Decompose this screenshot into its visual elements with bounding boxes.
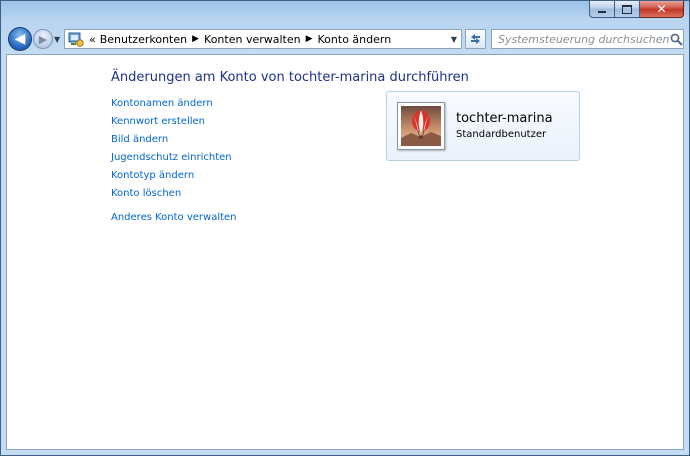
minimize-button[interactable] xyxy=(589,1,615,18)
control-panel-icon xyxy=(68,31,84,47)
task-link-create-password[interactable]: Kennwort erstellen xyxy=(111,116,237,134)
close-icon: ✕ xyxy=(656,2,667,16)
forward-button[interactable]: ▶ xyxy=(33,29,53,49)
navigation-bar: ◀ ▶ ▼ « Benutzerkonten ▶ Konten verwalte… xyxy=(6,26,684,52)
recent-pages-dropdown[interactable]: ▼ xyxy=(54,32,62,46)
refresh-button[interactable] xyxy=(465,29,486,49)
search-placeholder[interactable]: Systemsteuerung durchsuchen xyxy=(498,33,669,46)
task-list: Kontonamen ändern Kennwort erstellen Bil… xyxy=(111,98,237,230)
minimize-icon xyxy=(598,11,606,13)
breadcrumb-konto-aendern[interactable]: Konto ändern xyxy=(318,33,392,46)
maximize-button[interactable] xyxy=(615,1,640,18)
caption-buttons: ✕ xyxy=(589,1,684,18)
task-link-change-name[interactable]: Kontonamen ändern xyxy=(111,98,237,116)
task-link-change-account-type[interactable]: Kontotyp ändern xyxy=(111,170,237,188)
close-button[interactable]: ✕ xyxy=(640,1,684,18)
breadcrumb-benutzerkonten[interactable]: Benutzerkonten xyxy=(100,33,187,46)
account-type: Standardbenutzer xyxy=(456,129,547,140)
search-icon[interactable] xyxy=(669,33,683,46)
explorer-window: ✕ ◀ ▶ ▼ « Benutzerkonten ▶ Konten verwal… xyxy=(0,0,690,456)
content-pane: Änderungen am Konto von tochter-marina d… xyxy=(6,54,684,450)
refresh-icon xyxy=(471,34,480,44)
task-link-parental-controls[interactable]: Jugendschutz einrichten xyxy=(111,152,237,170)
chevron-down-icon: ▼ xyxy=(450,34,458,44)
task-link-change-picture[interactable]: Bild ändern xyxy=(111,134,237,152)
back-button[interactable]: ◀ xyxy=(8,27,32,51)
breadcrumb-separator-icon[interactable]: ▶ xyxy=(192,34,199,44)
manage-another-account-link[interactable]: Anderes Konto verwalten xyxy=(111,212,237,230)
account-name: tochter-marina xyxy=(456,111,553,126)
avatar xyxy=(397,102,445,150)
search-box[interactable]: Systemsteuerung durchsuchen xyxy=(491,29,684,49)
breadcrumb-overflow-button[interactable]: « xyxy=(89,33,96,46)
page-title: Änderungen am Konto von tochter-marina d… xyxy=(111,70,469,85)
breadcrumb-konten-verwalten[interactable]: Konten verwalten xyxy=(204,33,301,46)
hot-air-balloon-icon xyxy=(401,106,441,146)
breadcrumb-separator-icon[interactable]: ▶ xyxy=(306,34,313,44)
task-link-delete-account[interactable]: Konto löschen xyxy=(111,188,237,206)
address-dropdown-button[interactable]: ▼ xyxy=(447,30,461,48)
maximize-icon xyxy=(622,4,632,14)
chevron-down-icon: ▼ xyxy=(54,34,61,44)
forward-arrow-icon: ▶ xyxy=(38,32,48,46)
address-bar[interactable]: « Benutzerkonten ▶ Konten verwalten ▶ Ko… xyxy=(64,29,462,49)
account-card: tochter-marina Standardbenutzer xyxy=(386,91,580,161)
back-arrow-icon: ◀ xyxy=(14,31,26,47)
